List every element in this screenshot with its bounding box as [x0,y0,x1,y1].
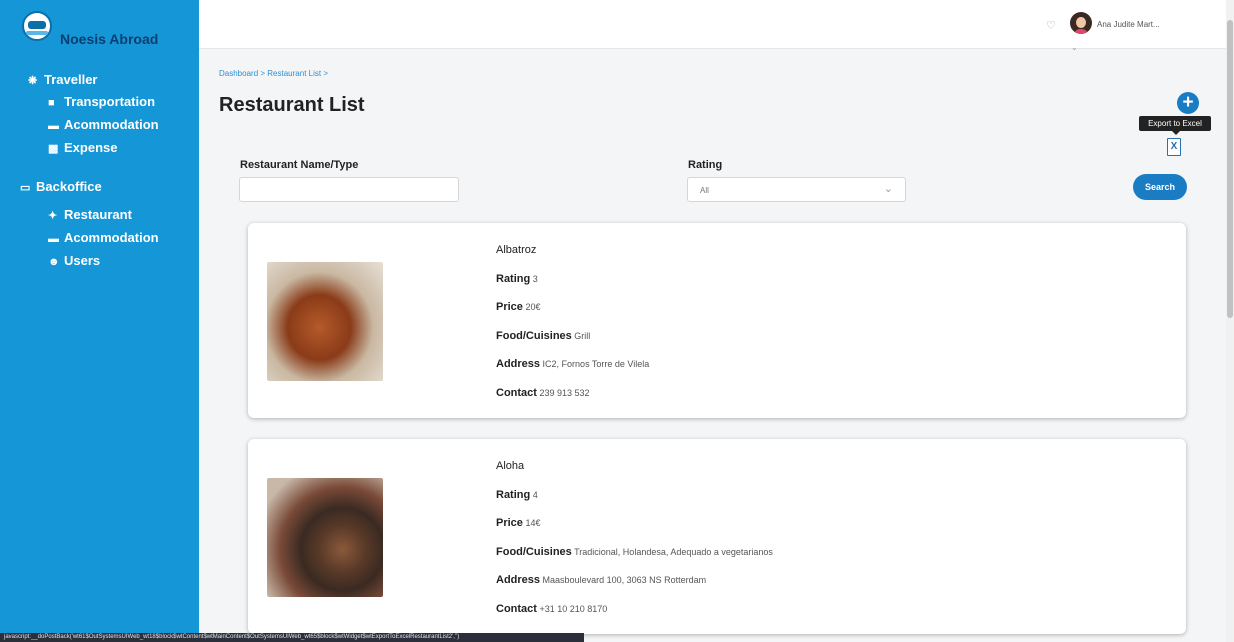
sidebar-item-acommodation-backoffice[interactable]: ▬ Acommodation [48,230,159,245]
sidebar-item-users[interactable]: ☻ Users [48,253,100,268]
restaurant-name: Aloha [496,460,525,472]
status-bar: javascript:__doPostBack('wt61$OutSystems… [0,633,584,642]
sidebar-section-label: Backoffice [36,179,102,194]
restaurant-address: Address IC2, Fornos Torre de Vilela [496,358,649,370]
name-filter-label: Restaurant Name/Type [240,159,359,171]
restaurant-price: Price 20€ [496,301,540,313]
sidebar-item-label: Acommodation [64,230,159,245]
restaurant-name: Albatroz [496,244,537,256]
page-title: Restaurant List [219,94,365,116]
brand-area[interactable]: Noesis Abroad [0,0,199,48]
field-value: 4 [532,490,538,500]
search-button[interactable]: Search [1133,174,1187,200]
field-value: Maasboulevard 100, 3063 NS Rotterdam [542,575,707,585]
field-value: +31 10 210 8170 [539,604,608,614]
sidebar-section-label: Traveller [44,72,98,87]
field-value: 3 [532,274,538,284]
breadcrumb-restaurant-list[interactable]: Restaurant List [267,69,321,78]
restaurant-food: Food/Cuisines Grill [496,330,590,342]
sidebar-item-expense[interactable]: ▩ Expense [48,140,117,155]
field-label: Address [496,574,541,586]
restaurant-food: Food/Cuisines Tradicional, Holandesa, Ad… [496,546,773,558]
users-icon: ☻ [48,256,60,268]
sidebar-item-acommodation[interactable]: ▬ Acommodation [48,117,159,132]
sidebar: ❋ Traveller ■ Transportation ▬ Acommodation… [0,48,199,642]
bed-icon: ▬ [48,120,59,132]
sidebar-item-label: Users [64,253,101,268]
breadcrumb: Dashboard > Restaurant List > [219,69,328,78]
field-value: 20€ [525,302,541,312]
sidebar-section-traveller[interactable]: ❋ Traveller [28,72,98,87]
rating-select[interactable]: All ⌄ [687,177,906,202]
top-bar: Noesis Abroad ♡ Ana Judite Mart... ⌄ [0,0,1226,52]
chevron-down-icon: ⌄ [883,183,893,195]
sidebar-item-label: Restaurant [64,207,132,222]
field-label: Rating [496,273,531,285]
field-label: Price [496,517,523,529]
bed-icon: ▬ [48,233,59,245]
field-label: Rating [496,489,531,501]
sidebar-item-label: Transportation [64,94,156,109]
restaurant-rating: Rating 3 [496,273,538,285]
laptop-icon: ▭ [20,182,31,194]
sidebar-item-restaurant[interactable]: ✦ Restaurant [48,207,132,222]
logo-icon [22,11,52,41]
field-label: Contact [496,387,537,399]
scrollbar-thumb[interactable] [1227,20,1233,318]
field-label: Food/Cuisines [496,330,572,342]
field-label: Food/Cuisines [496,546,572,558]
restaurant-address: Address Maasboulevard 100, 3063 NS Rotte… [496,574,706,586]
sidebar-item-label: Acommodation [64,117,159,132]
restaurant-card[interactable]: Aloha Rating 4 Price 14€ Food/Cuisines T… [248,439,1186,634]
money-icon: ▩ [48,143,59,155]
export-tooltip: Export to Excel [1139,116,1211,135]
sidebar-item-transportation[interactable]: ■ Transportation [48,94,155,109]
field-value: 14€ [525,518,541,528]
avatar[interactable] [1070,12,1092,34]
field-value: IC2, Fornos Torre de Vilela [542,359,650,369]
excel-export-icon[interactable]: X [1167,138,1181,156]
field-value: 239 913 532 [539,388,590,398]
field-label: Contact [496,603,537,615]
restaurant-contact: Contact 239 913 532 [496,387,590,399]
field-value: Grill [574,331,591,341]
globe-icon: ❋ [28,75,38,87]
restaurant-photo [267,478,383,597]
field-label: Price [496,301,523,313]
sidebar-item-label: Expense [64,140,118,155]
chevron-down-icon[interactable]: ⌄ [1071,43,1078,52]
breadcrumb-dashboard[interactable]: Dashboard [219,69,258,78]
cutlery-icon: ✦ [48,210,58,222]
breadcrumb-separator: > [323,69,328,78]
app-name: Noesis Abroad [60,31,159,47]
briefcase-icon: ■ [48,97,55,109]
restaurant-contact: Contact +31 10 210 8170 [496,603,607,615]
field-label: Address [496,358,541,370]
restaurant-card[interactable]: Albatroz Rating 3 Price 20€ Food/Cuisine… [248,223,1186,418]
restaurant-name-input[interactable] [239,177,459,202]
rating-select-value: All [700,186,709,195]
restaurant-photo [267,262,383,381]
rating-filter-label: Rating [688,159,723,171]
restaurant-rating: Rating 4 [496,489,538,501]
bell-icon[interactable]: ♡ [1046,19,1056,32]
restaurant-price: Price 14€ [496,517,540,529]
field-value: Tradicional, Holandesa, Adequado a veget… [574,547,773,557]
sidebar-section-backoffice[interactable]: ▭ Backoffice [20,179,102,194]
add-restaurant-button[interactable]: + [1177,92,1199,114]
user-name[interactable]: Ana Judite Mart... [1097,20,1160,29]
